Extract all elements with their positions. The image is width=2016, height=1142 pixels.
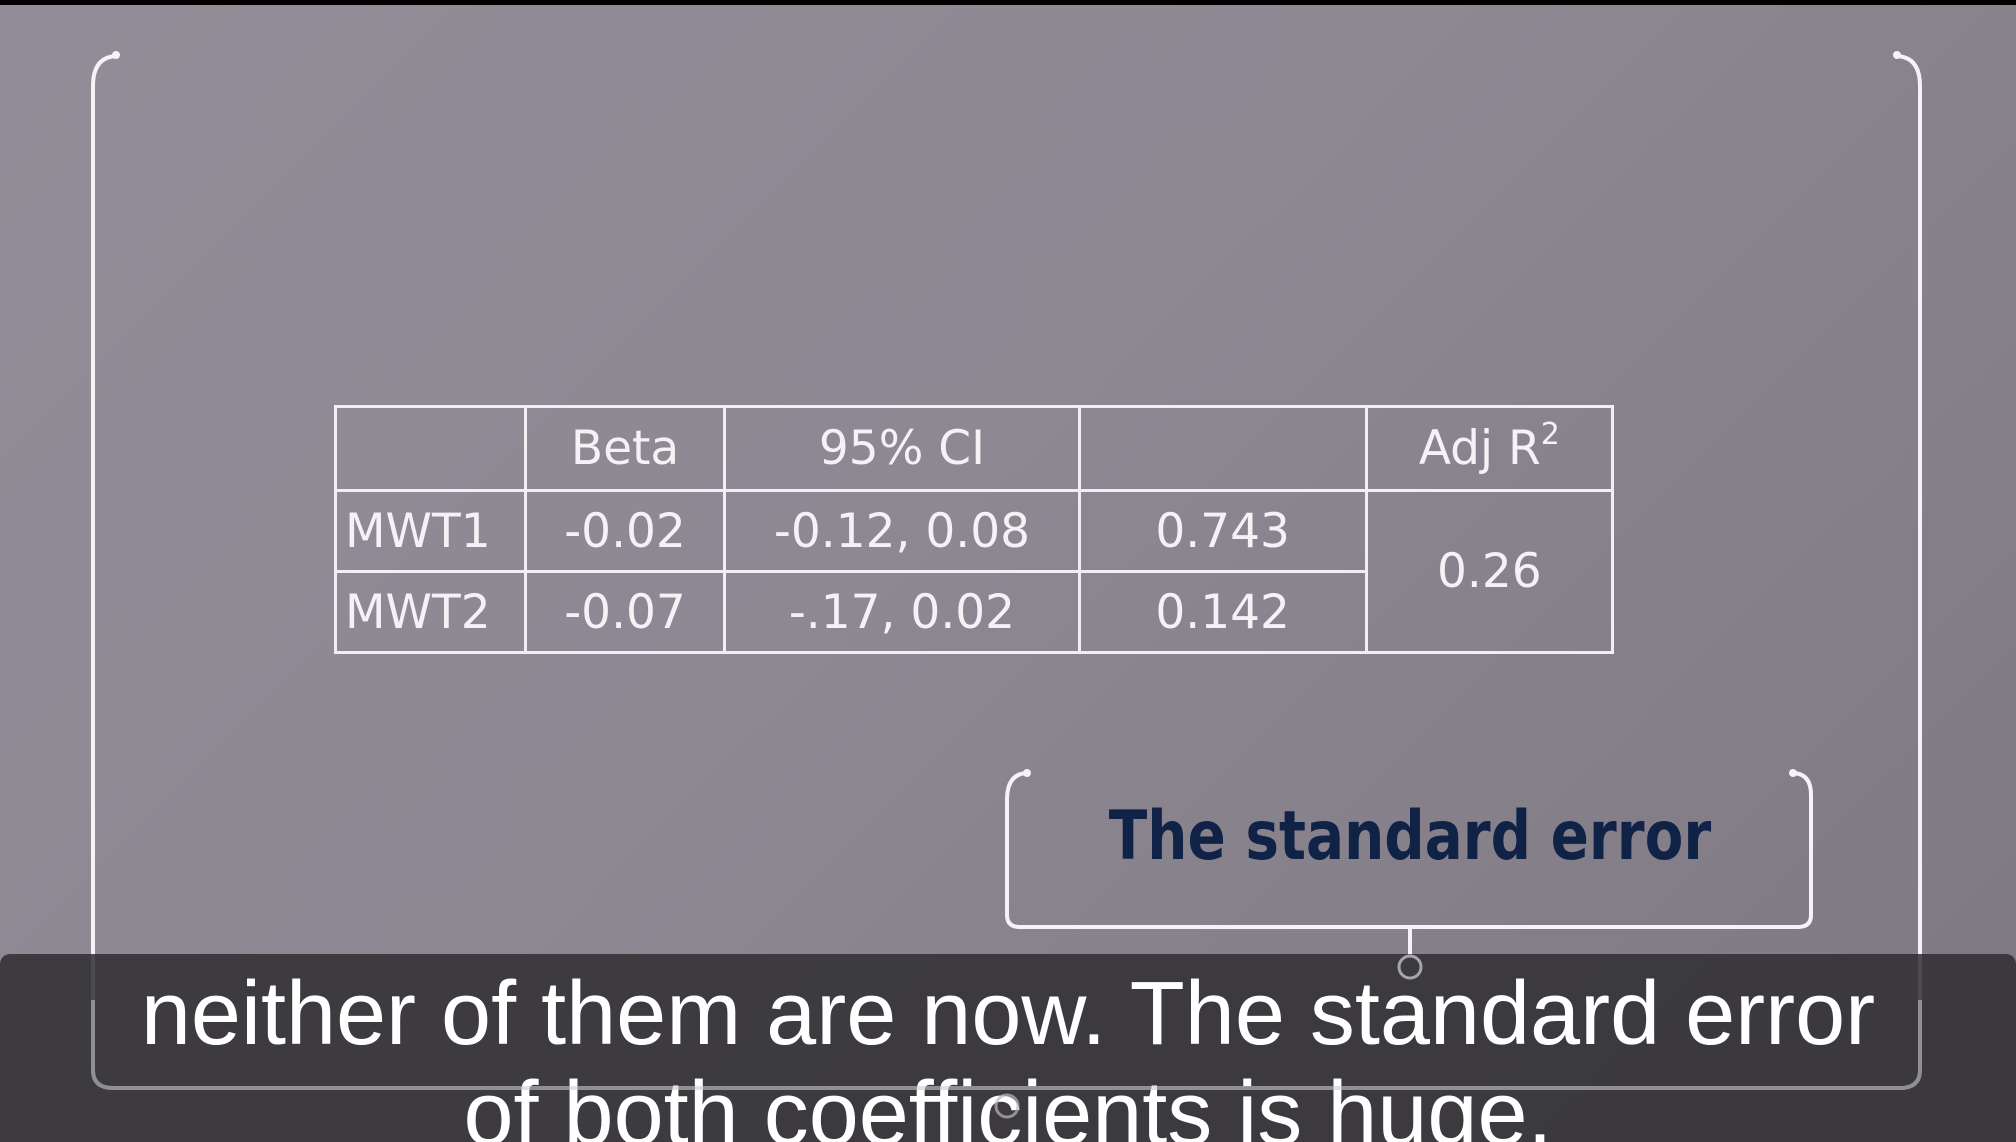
superscript-2: 2	[1540, 417, 1560, 452]
row-label-cell: MWT2	[334, 570, 527, 654]
header-cell-adj-r2: Adj R2	[1364, 405, 1615, 492]
callout-title: The standard error	[1108, 797, 1712, 876]
p-value-cell: 0.142	[1077, 570, 1368, 654]
adj-r-label: Adj R	[1418, 421, 1541, 476]
ci-cell: -.17, 0.02	[723, 570, 1081, 654]
subtitle-line-1: neither of them are now. The standard er…	[140, 964, 1876, 1064]
header-cell-ci: 95% CI	[723, 405, 1081, 492]
header-cell-beta: Beta	[523, 405, 727, 492]
header-cell-blank	[1077, 405, 1368, 492]
table-header-row: Beta 95% CI Adj R2	[334, 405, 1615, 492]
row-label-cell: MWT1	[334, 489, 527, 573]
subtitle-caption-box: neither of them are now. The standard er…	[0, 954, 2016, 1142]
beta-cell: -0.07	[523, 570, 727, 654]
ci-cell: -0.12, 0.08	[723, 489, 1081, 573]
subtitle-line-2: of both coefficients is huge.	[463, 1064, 1553, 1142]
beta-cell: -0.02	[523, 489, 727, 573]
regression-table: Beta 95% CI Adj R2 MWT1 -0.02 -0.12, 0.0…	[334, 405, 1615, 654]
table-row: MWT1 -0.02 -0.12, 0.08 0.743 0.26	[334, 489, 1615, 654]
header-cell-empty	[334, 405, 527, 492]
adj-r2-value-cell: 0.26	[1364, 489, 1615, 654]
p-value-cell: 0.743	[1077, 489, 1368, 573]
